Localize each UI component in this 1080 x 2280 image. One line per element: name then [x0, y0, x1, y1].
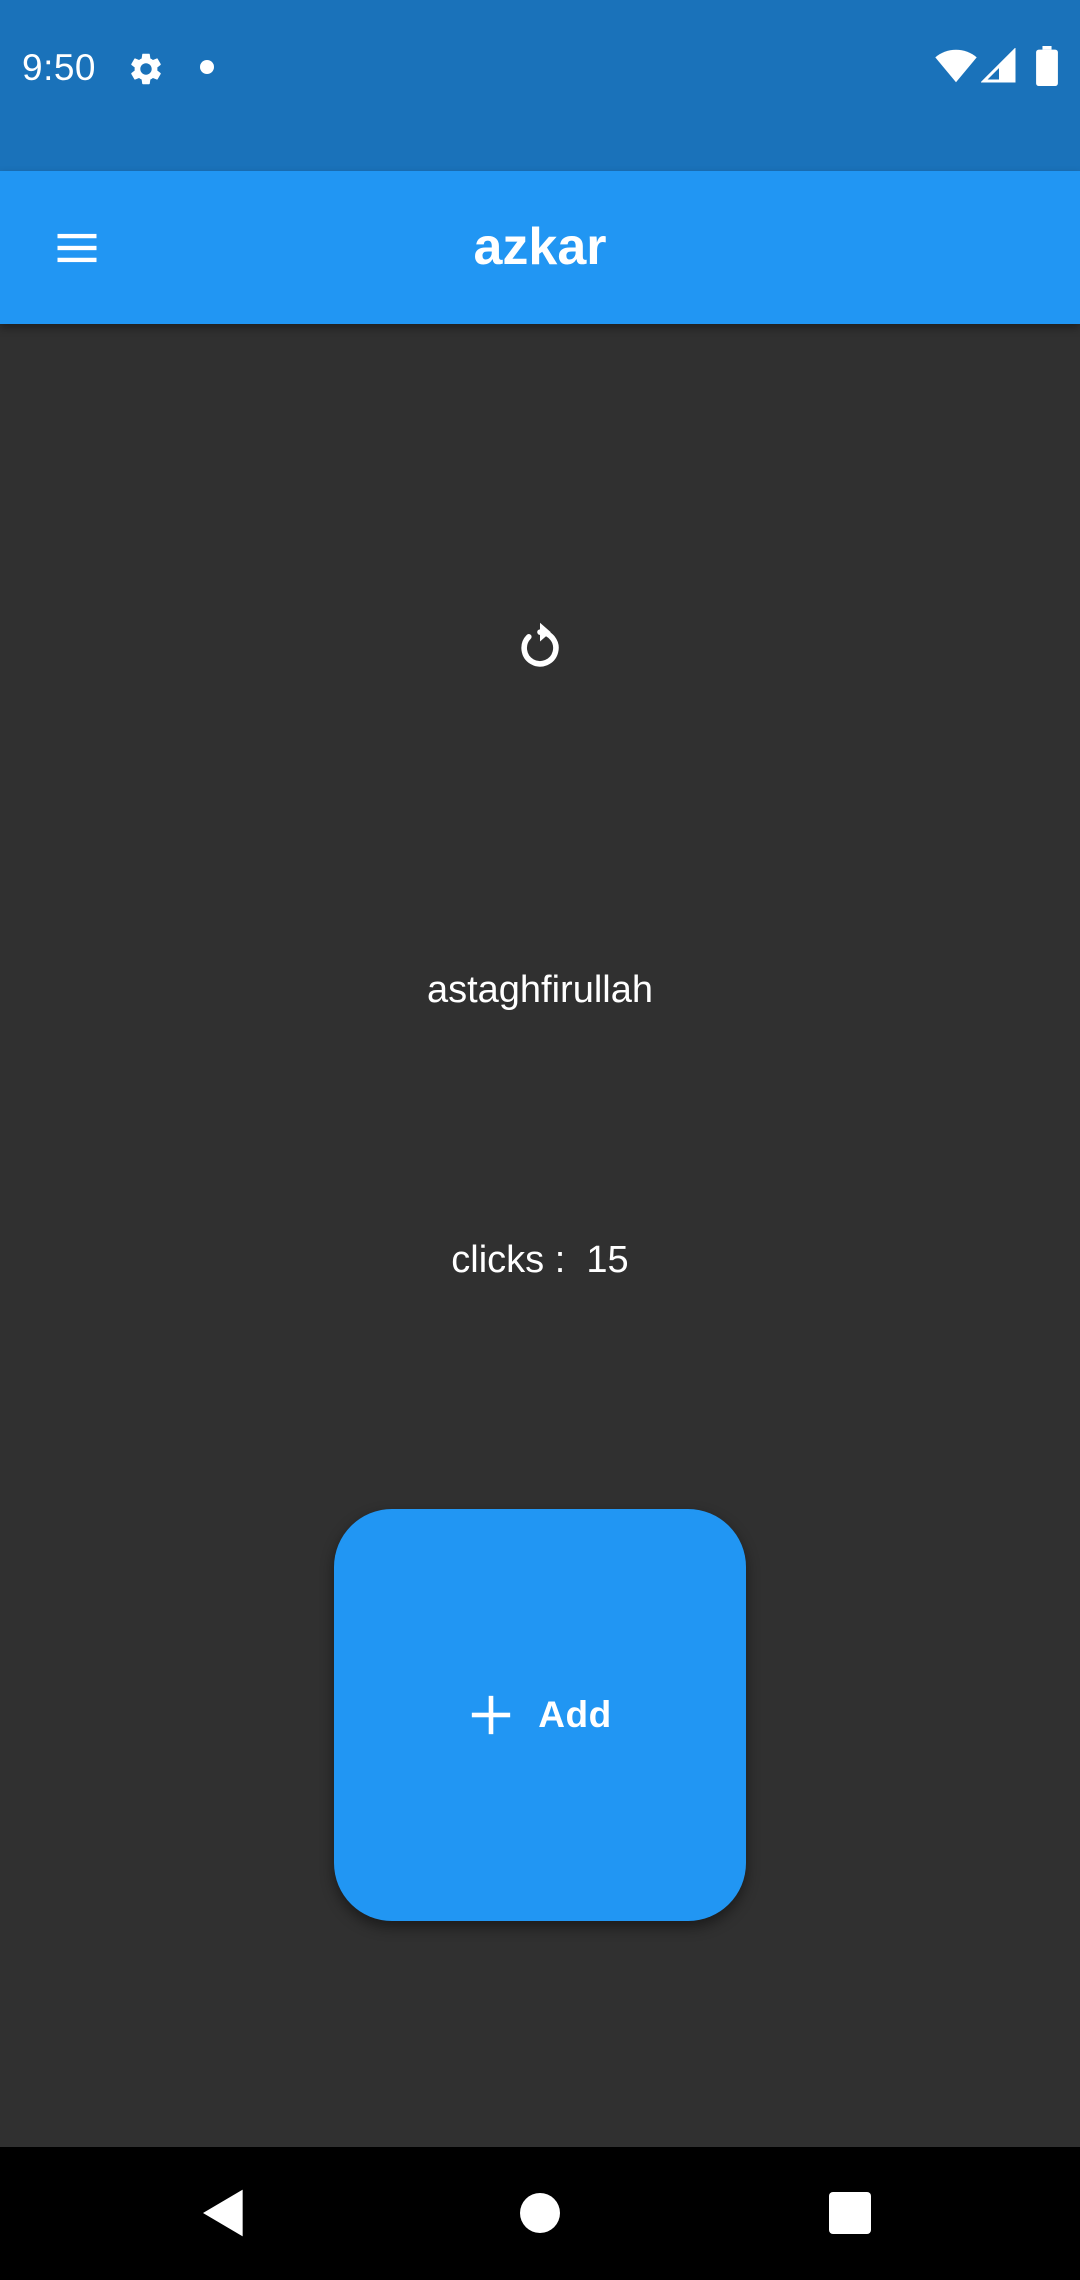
app-screen: 9:50 azkar astaghfirullah clicks: 15 Ad… [0, 0, 1080, 2280]
click-counter: clicks : 15 [0, 1230, 1080, 1290]
back-icon[interactable] [196, 2185, 252, 2241]
navigation-bar [0, 2147, 1080, 2280]
status-time: 9:50 [22, 47, 97, 88]
page-title: azkar [473, 218, 607, 276]
wifi-icon [935, 49, 977, 83]
status-bar: 9:50 [0, 0, 1080, 171]
hamburger-menu-icon [57, 233, 97, 263]
cell-signal-icon [981, 48, 1016, 83]
home-icon[interactable] [520, 2193, 560, 2233]
add-button-label: Add [538, 1694, 612, 1735]
recents-icon[interactable] [829, 2192, 871, 2234]
reset-counter-button[interactable] [500, 608, 580, 688]
notification-dot-icon [200, 60, 214, 74]
menu-button[interactable] [28, 199, 126, 297]
zikr-text: astaghfirullah [426, 969, 654, 1011]
clicks-value: 15 [586, 1239, 629, 1281]
add-button[interactable]: Add [334, 1509, 746, 1921]
app-bar: azkar [0, 171, 1080, 324]
battery-icon [1036, 46, 1058, 86]
plus-icon [472, 1695, 511, 1735]
refresh-reset-icon [521, 622, 559, 667]
clicks-label: clicks : [451, 1239, 566, 1281]
settings-gear-icon [131, 53, 161, 85]
